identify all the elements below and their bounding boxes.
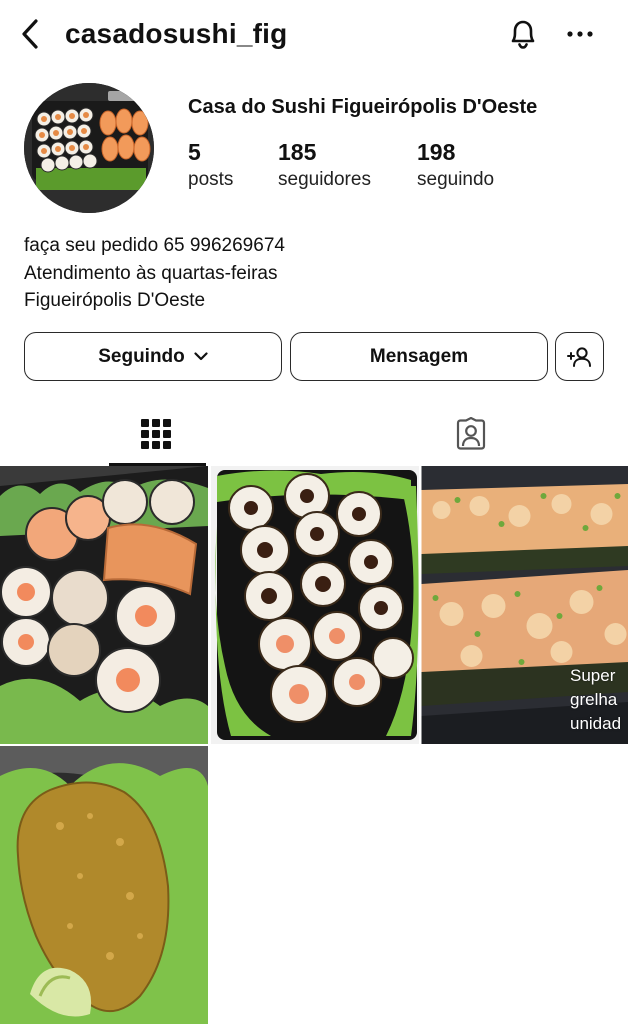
stat-followers-count: 185 [278,139,317,165]
stat-followers-label: seguidores [278,169,371,190]
post-overlay-text: Super grelha unidad [570,664,628,736]
stat-following-label: seguindo [417,169,495,190]
post-image [0,466,208,744]
tagged-person-icon [456,417,486,450]
tab-posts-grid[interactable] [106,402,206,466]
profile-avatar[interactable] [24,83,154,213]
overlay-line: Super [570,666,616,685]
profile-username: casadosushi_fig [65,18,288,49]
stat-following-count: 198 [417,139,456,165]
stat-posts-label: posts [188,169,234,190]
more-options-button[interactable] [561,15,599,53]
profile-bio: faça seu pedido 65 996269674 Atendimento… [24,232,285,315]
tab-tagged[interactable] [421,402,521,466]
back-button[interactable] [14,16,46,52]
avatar-image [24,83,154,213]
post-thumbnail[interactable] [0,746,208,1024]
bell-icon [511,20,535,49]
notifications-button[interactable] [504,15,542,53]
top-bar: casadosushi_fig [0,0,628,68]
profile-tabs [0,402,628,466]
more-horizontal-icon [567,31,593,37]
overlay-line: unidad [570,714,622,733]
post-image [0,746,208,1024]
following-button-label: Seguindo [98,345,185,367]
grid-icon [141,419,171,449]
stat-posts[interactable]: 5 posts [188,138,233,194]
stat-followers[interactable]: 185 seguidores [278,138,371,194]
message-button-label: Mensagem [369,345,469,367]
post-image [211,466,419,744]
post-thumbnail[interactable]: Super grelha unidad [421,466,628,744]
add-user-icon [566,346,591,367]
chevron-down-icon [194,352,208,361]
bio-line: Atendimento às quartas-feiras [24,262,278,284]
message-button[interactable]: Mensagem [290,332,548,381]
profile-display-name: Casa do Sushi Figueirópolis D'Oeste [188,96,538,118]
stat-posts-count: 5 [188,139,201,165]
suggested-users-button[interactable] [555,332,604,381]
stat-following[interactable]: 198 seguindo [417,138,494,194]
post-thumbnail[interactable] [211,466,419,744]
following-button[interactable]: Seguindo [24,332,282,381]
chevron-left-icon [22,19,38,49]
post-thumbnail[interactable] [0,466,208,744]
bio-line: Figueirópolis D'Oeste [24,290,206,311]
overlay-line: grelha [570,690,618,709]
bio-line: faça seu pedido 65 996269674 [24,235,285,256]
